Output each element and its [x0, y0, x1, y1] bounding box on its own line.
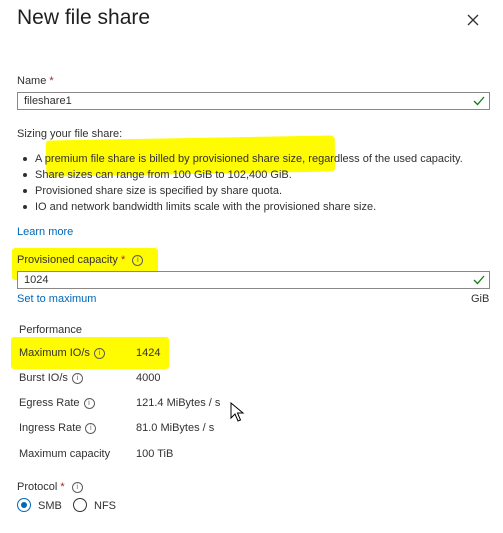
checkmark-icon: [473, 275, 485, 285]
info-icon[interactable]: i: [93, 347, 105, 359]
protocol-label-text: Protocol: [17, 481, 58, 493]
info-icon[interactable]: i: [71, 372, 83, 384]
capacity-label: Provisioned capacity * i: [17, 254, 144, 266]
perf-label-egress: Egress Rate i: [19, 397, 95, 409]
perf-value-burst-iops: 4000: [136, 372, 161, 384]
perf-label-max-capacity: Maximum capacity: [19, 448, 111, 460]
capacity-input[interactable]: 1024: [17, 271, 490, 289]
sizing-heading: Sizing your file share:: [17, 128, 123, 140]
protocol-option-smb[interactable]: SMB: [17, 498, 77, 514]
capacity-unit: GiB: [471, 293, 490, 305]
sizing-bullet-list: A premium file share is billed by provis…: [0, 151, 503, 215]
protocol-label: Protocol * i: [17, 481, 83, 493]
info-icon[interactable]: i: [71, 481, 83, 493]
sizing-bullet: Share sizes can range from 100 GiB to 10…: [0, 167, 503, 183]
perf-label-burst-iops: Burst IO/s i: [19, 372, 83, 384]
mouse-pointer-icon: [230, 402, 245, 422]
protocol-option-label: NFS: [94, 500, 116, 512]
perf-label-ingress: Ingress Rate i: [19, 422, 97, 434]
close-icon: [467, 14, 479, 26]
protocol-option-nfs[interactable]: NFS: [73, 498, 133, 514]
protocol-option-label: SMB: [38, 500, 62, 512]
perf-value-egress: 121.4 MiBytes / s: [136, 397, 221, 409]
info-icon[interactable]: i: [83, 397, 95, 409]
close-button[interactable]: [463, 10, 483, 30]
sizing-bullet: IO and network bandwidth limits scale wi…: [0, 199, 503, 215]
performance-heading: Performance: [19, 324, 82, 336]
name-input[interactable]: fileshare1: [17, 92, 490, 110]
perf-label-text: Maximum IO/s: [19, 347, 90, 359]
radio-selected-icon[interactable]: [17, 498, 31, 512]
sizing-bullet: Provisioned share size is specified by s…: [0, 183, 503, 199]
learn-more-link[interactable]: Learn more: [17, 226, 73, 238]
perf-label-max-iops: Maximum IO/s i: [19, 347, 105, 359]
info-icon[interactable]: i: [132, 254, 144, 266]
info-icon[interactable]: i: [85, 422, 97, 434]
dialog-title: New file share: [17, 6, 151, 29]
required-mark: *: [60, 481, 65, 493]
required-mark: *: [49, 75, 54, 87]
perf-value-max-capacity: 100 TiB: [136, 448, 174, 460]
checkmark-icon: [473, 96, 485, 106]
perf-value-ingress: 81.0 MiBytes / s: [136, 422, 215, 434]
perf-label-text: Egress Rate: [19, 397, 80, 409]
name-label-text: Name: [17, 75, 47, 87]
radio-unselected-icon[interactable]: [73, 498, 87, 512]
perf-value-max-iops: 1424: [136, 347, 161, 359]
name-label: Name *: [17, 75, 54, 87]
capacity-label-text: Provisioned capacity: [17, 254, 118, 266]
perf-label-text: Ingress Rate: [19, 422, 82, 434]
required-mark: *: [120, 254, 126, 266]
capacity-input-value: 1024: [24, 274, 49, 286]
name-input-value: fileshare1: [24, 95, 72, 107]
sizing-bullet: A premium file share is billed by provis…: [0, 151, 503, 167]
set-to-maximum-link[interactable]: Set to maximum: [17, 293, 96, 305]
perf-label-text: Burst IO/s: [19, 372, 68, 384]
